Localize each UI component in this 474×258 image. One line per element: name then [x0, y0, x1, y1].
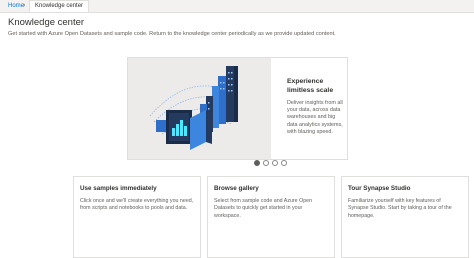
analytics-illustration-icon: [149, 66, 238, 150]
card-title: Tour Synapse Studio: [348, 185, 411, 192]
hero-title: Experience limitless scale: [287, 78, 334, 94]
hero-description: Deliver insights from all your data, acr…: [287, 100, 343, 135]
carousel-dot-4[interactable]: [281, 160, 287, 166]
breadcrumb: Home › Knowledge center: [0, 0, 474, 13]
card-tour-synapse-studio[interactable]: Tour Synapse Studio Familiarize yourself…: [341, 176, 469, 258]
carousel-dot-3[interactable]: [272, 160, 278, 166]
card-description: Select from sample code and Azure Open D…: [214, 198, 313, 219]
card-description: Familiarize yourself with key features o…: [348, 198, 452, 219]
carousel-dot-1[interactable]: [254, 160, 260, 166]
card-description: Click once and we'll create everything y…: [80, 198, 194, 212]
card-browse-gallery[interactable]: Browse gallery Select from sample code a…: [207, 176, 335, 258]
page-title: Knowledge center: [8, 17, 85, 28]
card-use-samples[interactable]: Use samples immediately Click once and w…: [73, 176, 201, 258]
breadcrumb-current-tab[interactable]: Knowledge center: [29, 0, 90, 12]
page-subtitle: Get started with Azure Open Datasets and…: [8, 31, 336, 37]
carousel-pagination: [254, 160, 287, 168]
card-title: Browse gallery: [214, 185, 259, 192]
hero-illustration: [128, 58, 271, 159]
chevron-right-icon: ›: [23, 2, 26, 9]
hero-carousel[interactable]: Experience limitless scale Deliver insig…: [127, 57, 348, 160]
card-title: Use samples immediately: [80, 185, 157, 192]
breadcrumb-home-link[interactable]: Home: [8, 2, 24, 10]
carousel-dot-2[interactable]: [263, 160, 269, 166]
